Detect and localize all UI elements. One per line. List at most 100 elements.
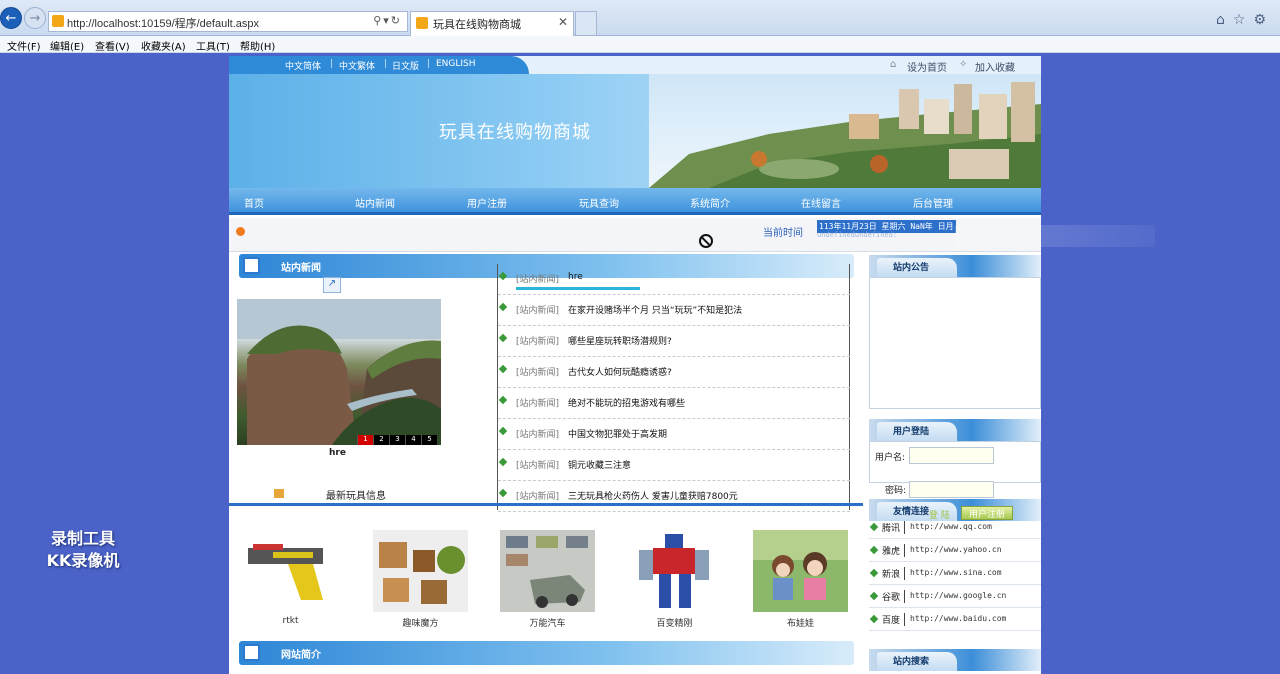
link-name[interactable]: 新浪 — [882, 567, 906, 580]
password-input[interactable] — [909, 481, 994, 498]
friend-link[interactable]: 百度 http://www.baidu.com — [869, 609, 1041, 631]
news-title[interactable]: 三无玩具枪火药伤人 爱害儿童获赔7800元 — [568, 489, 738, 502]
toy-thumbnail-robot[interactable] — [627, 530, 722, 612]
mountain-image — [237, 299, 441, 445]
news-category: [站内新闻] — [516, 368, 560, 378]
lang-traditional[interactable]: 中文繁体 — [339, 59, 375, 72]
screen-glare — [955, 225, 1155, 247]
toy-thumbnail-car[interactable] — [500, 530, 595, 612]
lang-separator: | — [384, 59, 388, 69]
news-category: [站内新闻] — [516, 492, 560, 502]
toy-label[interactable]: 布娃娃 — [753, 616, 848, 629]
toy-thumbnail-gun[interactable] — [243, 530, 338, 612]
slide-dot[interactable]: 5 — [421, 435, 437, 445]
news-item[interactable]: [站内新闻] 古代女人如何玩酷瘾诱惑? — [498, 357, 850, 388]
expand-icon[interactable]: ↗ — [323, 277, 341, 293]
news-title[interactable]: 古代女人如何玩酷瘾诱惑? — [568, 365, 672, 378]
link-url[interactable]: http://www.sina.com — [910, 568, 1002, 577]
menu-tools[interactable]: 工具(T) — [196, 38, 230, 53]
news-item[interactable]: [站内新闻] 哪些星座玩转职场潜规则? — [498, 326, 850, 357]
bullet-icon — [869, 522, 879, 532]
news-title[interactable]: 中国文物犯罪处于高发期 — [568, 427, 667, 440]
news-item[interactable]: [站内新闻] 在家开设赌场半个月 只当“玩玩”不知是犯法 — [498, 295, 850, 326]
username-input[interactable] — [909, 447, 994, 464]
link-name[interactable]: 雅虎 — [882, 544, 906, 557]
links-title: 友情连接 — [893, 507, 930, 517]
menu-edit[interactable]: 编辑(E) — [50, 38, 84, 53]
search-refresh-icon[interactable]: ⚲▾↻ — [373, 14, 402, 27]
current-time-value: undefinedundefined: — [817, 231, 898, 239]
scrollbar[interactable] — [1268, 53, 1280, 674]
set-home-link[interactable]: 设为首页 — [907, 59, 947, 74]
toy-thumbnail-cube[interactable] — [373, 530, 468, 612]
recorder-watermark: 录制工具 KK录像机 — [27, 528, 139, 572]
news-title[interactable]: hre — [568, 272, 583, 282]
news-item[interactable]: [站内新闻] 中国文物犯罪处于高发期 — [498, 419, 850, 450]
nav-admin[interactable]: 后台管理 — [913, 195, 953, 210]
menu-file[interactable]: 文件(F) — [7, 38, 41, 53]
nav-toy-search[interactable]: 玩具查询 — [579, 195, 619, 210]
lang-japanese[interactable]: 日文版 — [392, 59, 419, 72]
link-name[interactable]: 腾讯 — [882, 521, 906, 534]
news-category: [站内新闻] — [516, 430, 560, 440]
home-icon: ⌂ — [890, 59, 897, 70]
toy-label[interactable]: 万能汽车 — [500, 616, 595, 629]
lang-simplified[interactable]: 中文简体 — [285, 59, 321, 72]
nav-home[interactable]: 首页 — [244, 195, 264, 210]
bullet-icon — [498, 395, 508, 405]
slide-dot[interactable]: 1 — [357, 435, 373, 445]
bullet-icon — [498, 302, 508, 312]
link-url[interactable]: http://www.qq.com — [910, 522, 992, 531]
menu-favorites[interactable]: 收藏夹(A) — [141, 38, 186, 53]
home-star-gear-icon[interactable]: ⌂☆⚙ — [1216, 12, 1274, 28]
menu-view[interactable]: 查看(V) — [95, 38, 130, 53]
photo-caption[interactable]: hre — [329, 448, 346, 458]
lang-english[interactable]: ENGLISH — [436, 59, 476, 69]
toy-cube-image — [373, 530, 468, 612]
news-item[interactable]: [站内新闻] hre — [498, 264, 850, 295]
link-name[interactable]: 百度 — [882, 613, 906, 626]
notice-title: 站内公告 — [893, 263, 930, 273]
slide-dot[interactable]: 3 — [389, 435, 405, 445]
menu-help[interactable]: 帮助(H) — [240, 38, 275, 53]
password-label: 密码: — [885, 486, 907, 496]
news-item[interactable]: [站内新闻] 三无玩具枪火药伤人 爱害儿童获赔7800元 — [498, 481, 850, 512]
bullet-icon — [498, 271, 508, 281]
watermark-line1: 录制工具 — [50, 529, 115, 548]
friend-link[interactable]: 雅虎 http://www.yahoo.cn — [869, 540, 1041, 562]
news-item[interactable]: [站内新闻] 绝对不能玩的招鬼游戏有哪些 — [498, 388, 850, 419]
news-title[interactable]: 在家开设赌场半个月 只当“玩玩”不知是犯法 — [568, 303, 742, 316]
toy-thumbnail-doll[interactable] — [753, 530, 848, 612]
news-item[interactable]: [站内新闻] 铜元收藏三注意 — [498, 450, 850, 481]
toy-label[interactable]: rtkt — [243, 616, 338, 626]
news-title[interactable]: 铜元收藏三注意 — [568, 458, 631, 471]
nav-register[interactable]: 用户注册 — [467, 195, 507, 210]
nav-news[interactable]: 站内新闻 — [355, 195, 395, 210]
back-arrow-icon[interactable]: ← — [0, 7, 22, 29]
forward-arrow-icon[interactable]: → — [24, 7, 46, 29]
slide-dot[interactable]: 2 — [373, 435, 389, 445]
lang-separator: | — [427, 59, 431, 69]
friend-link[interactable]: 新浪 http://www.sina.com — [869, 563, 1041, 585]
toy-label[interactable]: 百变精刚 — [627, 616, 722, 629]
toy-label[interactable]: 趣味魔方 — [373, 616, 468, 629]
nav-messages[interactable]: 在线留言 — [801, 195, 841, 210]
browser-tab[interactable]: 玩具在线购物商城 ✕ — [410, 11, 574, 36]
news-photo[interactable]: 1 2 3 4 5 — [237, 299, 441, 445]
link-url[interactable]: http://www.yahoo.cn — [910, 545, 1002, 554]
address-bar[interactable]: http://localhost:10159/程序/default.aspx ⚲… — [48, 11, 408, 32]
link-url[interactable]: http://www.baidu.com — [910, 614, 1006, 623]
news-title[interactable]: 哪些星座玩转职场潜规则? — [568, 334, 672, 347]
nav-about[interactable]: 系统简介 — [690, 195, 730, 210]
link-name[interactable]: 谷歌 — [882, 590, 906, 603]
new-tab-button[interactable] — [575, 11, 597, 35]
link-url[interactable]: http://www.google.cn — [910, 591, 1006, 600]
notice-header: 站内公告 — [869, 255, 1041, 277]
add-favorite-link[interactable]: 加入收藏 — [975, 59, 1015, 74]
news-category: [站内新闻] — [516, 275, 560, 285]
slide-dot[interactable]: 4 — [405, 435, 421, 445]
friend-link[interactable]: 腾讯 http://www.qq.com — [869, 517, 1041, 539]
close-icon[interactable]: ✕ — [558, 15, 568, 29]
news-title[interactable]: 绝对不能玩的招鬼游戏有哪些 — [568, 396, 685, 409]
friend-link[interactable]: 谷歌 http://www.google.cn — [869, 586, 1041, 608]
